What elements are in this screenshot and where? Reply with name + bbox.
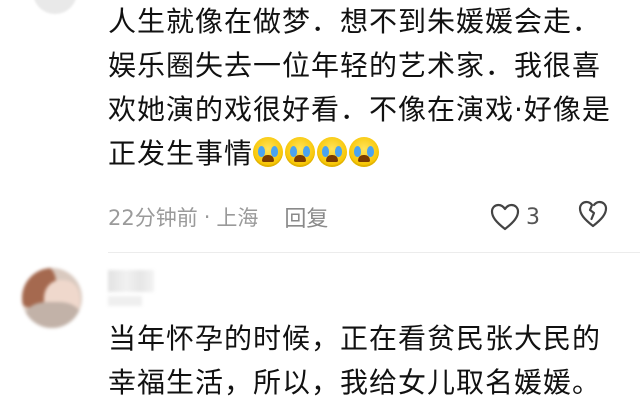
comment-meta: 22分钟前 · 上海 回复	[108, 200, 628, 234]
comment-time: 22分钟前	[108, 206, 198, 230]
user-badge-blurred	[108, 296, 142, 306]
comment-location: 上海	[216, 206, 259, 230]
comment-text: 人生就像在做梦．想不到朱媛媛会走．娱乐圈失去一位年轻的艺术家．我很喜欢她演的戏很…	[108, 5, 611, 170]
heart-icon	[490, 203, 520, 231]
broken-heart-icon	[578, 200, 608, 228]
meta-separator: ·	[203, 205, 211, 229]
crying-face-icon	[253, 137, 284, 167]
crying-face-icon	[317, 137, 348, 167]
crying-face-icon	[285, 137, 316, 167]
like-count: 3	[526, 204, 540, 230]
reply-button[interactable]: 回复	[284, 201, 328, 233]
like-button[interactable]: 3	[490, 200, 540, 234]
dislike-button[interactable]	[578, 199, 608, 233]
divider	[108, 252, 640, 253]
comment-text: 当年怀孕的时候，正在看贫民张大民的幸福生活，所以，我给女儿取名媛媛。	[108, 322, 602, 399]
crying-face-icon	[349, 137, 380, 167]
avatar[interactable]	[33, 0, 77, 14]
avatar[interactable]	[22, 268, 82, 328]
username-blurred[interactable]	[108, 270, 154, 292]
